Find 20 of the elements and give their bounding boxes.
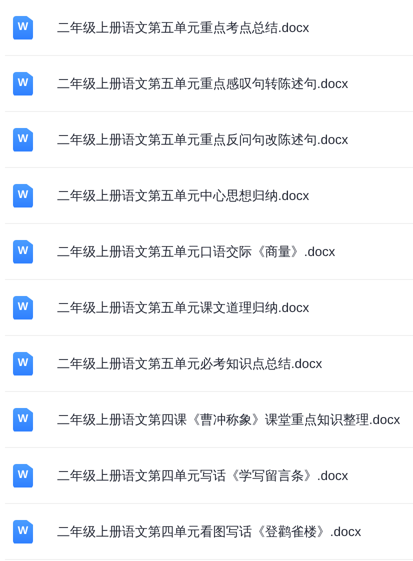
file-name[interactable]: 二年级上册语文第五单元重点考点总结.docx — [57, 18, 310, 38]
word-file-icon: W — [13, 72, 33, 96]
file-name[interactable]: 二年级上册语文第五单元课文道理归纳.docx — [57, 298, 310, 318]
file-name[interactable]: 二年级上册语文第五单元重点反问句改陈述句.docx — [57, 130, 348, 150]
file-name[interactable]: 二年级上册语文第四单元写话《学写留言条》.docx — [57, 466, 348, 486]
word-file-icon: W — [13, 240, 33, 264]
file-name[interactable]: 二年级上册语文第五单元重点感叹句转陈述句.docx — [57, 74, 348, 94]
file-name[interactable]: 二年级上册语文第五单元必考知识点总结.docx — [57, 354, 322, 374]
word-file-icon: W — [13, 352, 33, 376]
word-file-icon: W — [13, 296, 33, 320]
word-file-icon: W — [13, 520, 33, 544]
word-file-icon: W — [13, 184, 33, 208]
word-file-icon: W — [13, 128, 33, 152]
word-file-icon: W — [13, 16, 33, 40]
word-file-icon: W — [13, 464, 33, 488]
file-name[interactable]: 二年级上册语文第四单元看图写话《登鹳雀楼》.docx — [57, 522, 362, 542]
word-file-icon: W — [13, 408, 33, 432]
file-name[interactable]: 二年级上册语文第四课《曹冲称象》课堂重点知识整理.docx — [57, 410, 400, 430]
file-name[interactable]: 二年级上册语文第五单元口语交际《商量》.docx — [57, 242, 336, 262]
file-name[interactable]: 二年级上册语文第五单元中心思想归纳.docx — [57, 186, 310, 206]
